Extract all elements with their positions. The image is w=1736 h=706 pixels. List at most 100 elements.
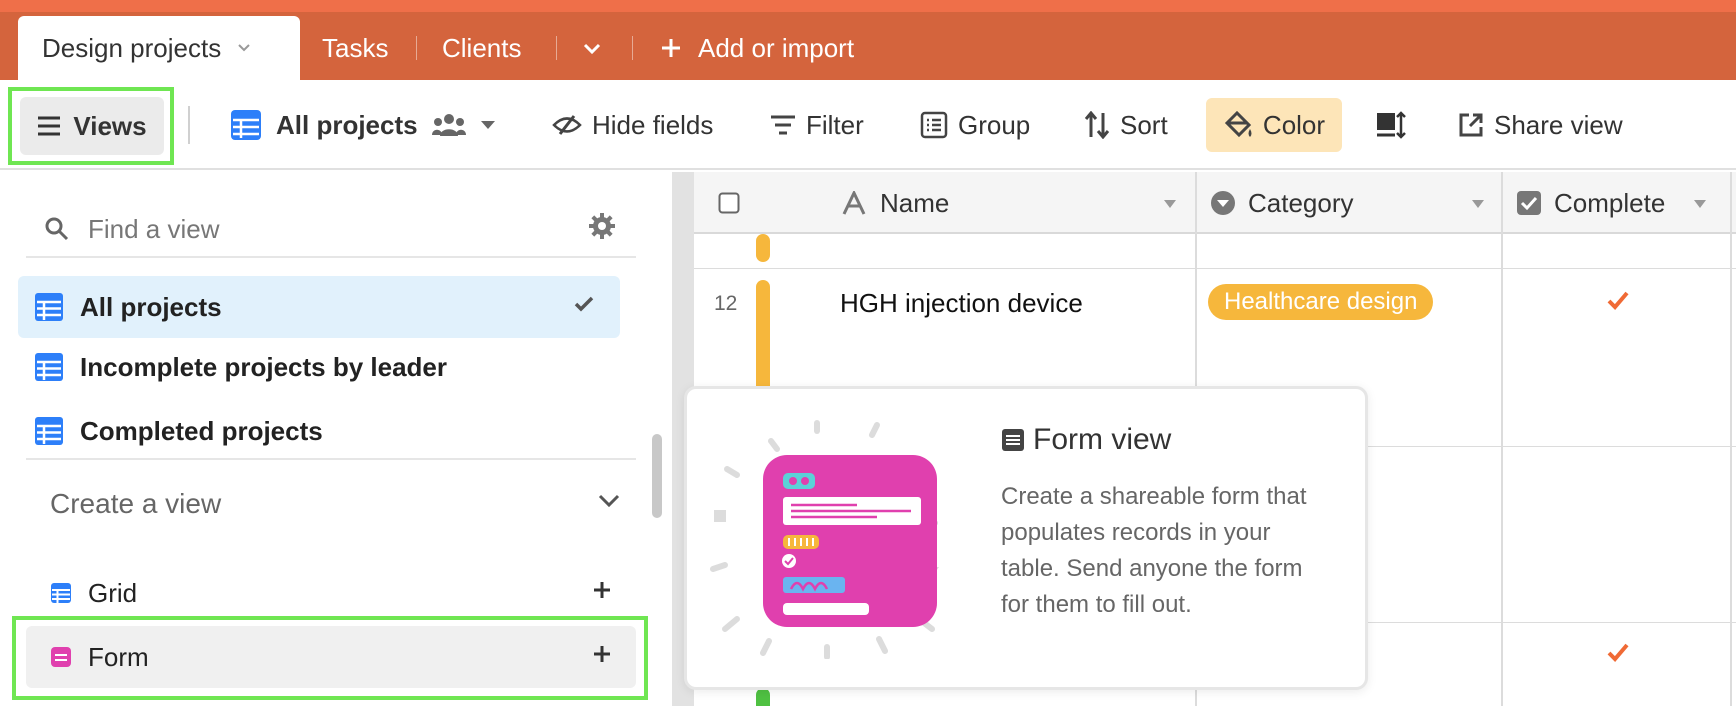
checkbox-icon — [718, 192, 740, 214]
single-select-icon — [1211, 191, 1235, 215]
views-button[interactable]: Views — [20, 97, 164, 155]
column-divider — [1501, 172, 1503, 706]
create-view-section-toggle[interactable]: Create a view — [50, 482, 620, 526]
sort-label: Sort — [1120, 109, 1168, 140]
paint-bucket-icon — [1224, 111, 1252, 138]
base-tab-bar: Design projects Tasks Clients Add or imp… — [0, 0, 1736, 80]
checkmark-icon[interactable] — [1606, 290, 1630, 312]
tab-tasks-label: Tasks — [322, 32, 389, 63]
plus-icon[interactable] — [592, 644, 612, 664]
share-view-label: Share view — [1494, 109, 1623, 140]
chevron-down-icon — [598, 494, 620, 508]
row-color-indicator — [756, 688, 770, 706]
tab-tasks[interactable]: Tasks — [322, 30, 388, 66]
tab-clients[interactable]: Clients — [442, 30, 521, 66]
filter-label: Filter — [806, 109, 864, 140]
sidebar-scrollbar[interactable] — [652, 434, 662, 518]
hide-fields-icon — [552, 115, 582, 135]
tooltip-description: Create a shareable form that populates r… — [1001, 483, 1307, 618]
group-icon — [920, 111, 948, 139]
form-view-icon — [1002, 429, 1024, 451]
column-menu-caret-icon[interactable] — [1694, 200, 1706, 208]
view-item-incomplete-projects[interactable]: Incomplete projects by leader — [18, 336, 620, 398]
view-item-completed-projects[interactable]: Completed projects — [18, 400, 620, 462]
column-menu-caret-icon[interactable] — [1164, 200, 1176, 208]
tab-design-projects[interactable]: Design projects — [18, 16, 300, 80]
chevron-down-icon — [583, 43, 601, 55]
row-divider — [694, 268, 1736, 269]
sort-button[interactable]: Sort — [1084, 100, 1168, 150]
create-grid-label: Grid — [88, 577, 138, 608]
form-illustration — [710, 420, 939, 659]
hide-fields-label: Hide fields — [592, 109, 714, 140]
create-grid-view[interactable]: Grid — [26, 562, 636, 624]
section-divider — [26, 458, 636, 460]
cell-name[interactable]: HGH injection device — [840, 288, 1083, 319]
column-header-complete[interactable]: Complete — [1516, 172, 1665, 234]
tab-divider — [556, 36, 557, 60]
select-all-checkbox[interactable] — [718, 172, 740, 234]
add-or-import-label: Add or import — [698, 32, 855, 63]
filter-icon — [771, 115, 795, 135]
create-view-label: Create a view — [50, 488, 222, 519]
group-label: Group — [958, 109, 1031, 140]
view-item-label: Incomplete projects by leader — [80, 351, 448, 382]
tooltip-title: Form view — [1001, 423, 1171, 457]
view-item-label: Completed projects — [80, 415, 323, 446]
grid-view-icon — [35, 353, 63, 381]
grid-header-row: Name Category Complete — [694, 172, 1736, 234]
current-view-selector[interactable]: All projects — [230, 100, 496, 150]
column-header-name[interactable]: Name — [842, 172, 949, 234]
column-divider — [1730, 172, 1732, 706]
form-view-tooltip: Form view Create a shareable form that p… — [684, 386, 1368, 690]
create-form-label: Form — [88, 641, 149, 672]
plus-icon[interactable] — [592, 580, 612, 600]
row-number: 12 — [714, 292, 738, 315]
row-height-button[interactable] — [1376, 100, 1406, 150]
view-search[interactable]: Find a view — [26, 202, 636, 258]
tab-divider — [416, 36, 417, 60]
create-form-view[interactable]: Form — [26, 626, 636, 688]
tab-clients-label: Clients — [442, 32, 522, 63]
grid-view-icon — [35, 417, 63, 445]
hide-fields-button[interactable]: Hide fields — [552, 100, 713, 150]
checkbox-field-icon — [1517, 191, 1541, 215]
toolbar-divider — [188, 106, 190, 144]
color-button[interactable]: Color — [1206, 98, 1342, 152]
view-item-all-projects[interactable]: All projects — [18, 276, 620, 338]
text-field-icon — [842, 191, 866, 215]
column-header-label: Category — [1248, 187, 1354, 218]
row-color-indicator — [756, 234, 770, 262]
category-pill[interactable]: Healthcare design — [1208, 284, 1434, 320]
hamburger-icon — [38, 116, 61, 136]
tab-divider — [632, 36, 633, 60]
add-or-import-button[interactable]: Add or import — [660, 30, 854, 66]
views-sidebar: Find a view All projects Incomplete proj… — [0, 172, 672, 706]
sort-icon — [1084, 111, 1110, 139]
view-item-label: All projects — [80, 291, 222, 322]
gear-icon[interactable] — [588, 212, 616, 240]
plus-icon — [662, 39, 680, 57]
search-icon — [45, 217, 69, 241]
chevron-down-icon[interactable] — [237, 41, 251, 55]
grid-view-icon — [35, 293, 63, 321]
column-header-category[interactable]: Category — [1210, 172, 1354, 234]
current-view-label: All projects — [276, 109, 418, 140]
color-label: Color — [1262, 109, 1326, 140]
column-header-label: Name — [880, 187, 950, 218]
column-menu-caret-icon[interactable] — [1472, 200, 1484, 208]
group-button[interactable]: Group — [920, 100, 1030, 150]
row-height-icon — [1377, 111, 1406, 139]
grid-view-icon — [51, 583, 71, 603]
form-view-icon — [51, 647, 71, 667]
share-view-button[interactable]: Share view — [1458, 100, 1623, 150]
checkmark-icon[interactable] — [1606, 642, 1630, 664]
tab-design-projects-label: Design projects — [42, 32, 222, 63]
filter-button[interactable]: Filter — [770, 100, 864, 150]
collaborators-icon — [431, 114, 466, 136]
more-tables-button[interactable] — [580, 30, 604, 66]
views-label: Views — [73, 110, 147, 141]
search-input[interactable]: Find a view — [88, 214, 220, 245]
column-header-label: Complete — [1554, 187, 1666, 218]
caret-down-icon — [480, 121, 495, 129]
